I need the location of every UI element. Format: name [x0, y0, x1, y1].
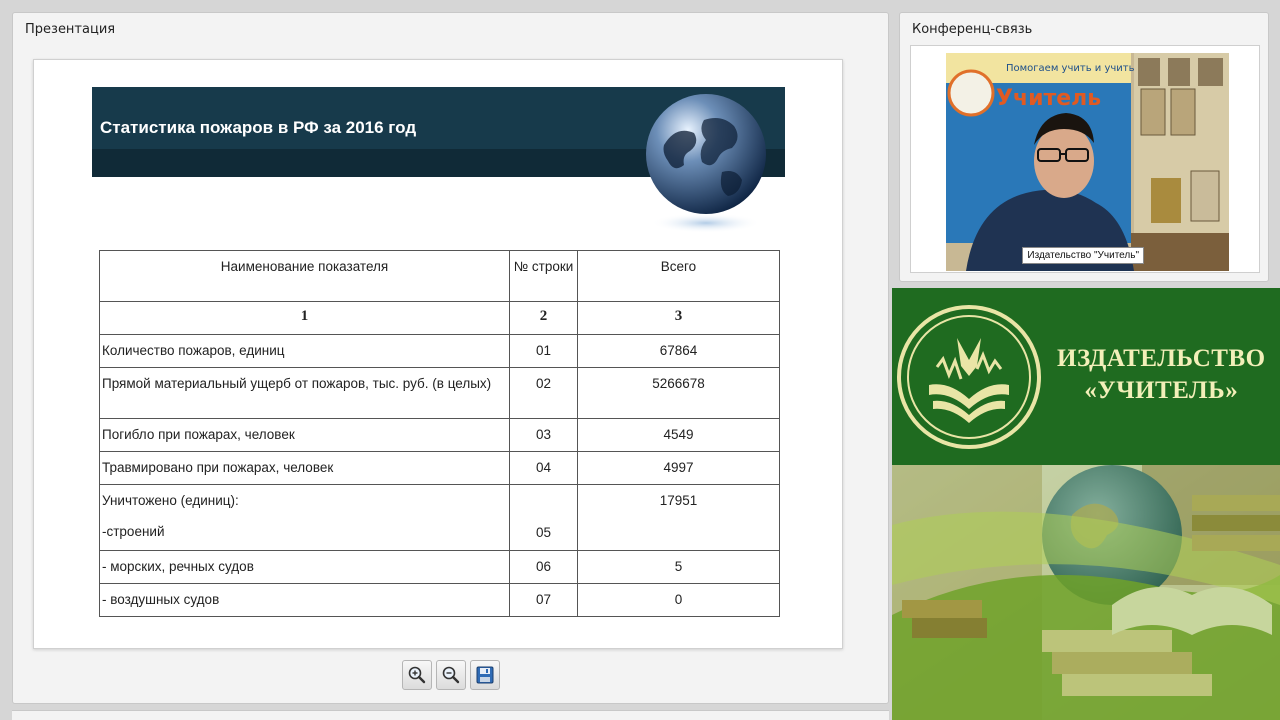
zoom-out-button[interactable] [436, 660, 466, 690]
publisher-name-line2: «УЧИТЕЛЬ» [1084, 377, 1239, 404]
table-header-row: Наименование показателя № строки Всего [99, 250, 780, 302]
total-value: 4549 [577, 418, 780, 452]
indicator-name: - морских, речных судов [99, 550, 510, 584]
conference-panel: Конференц-связь Помогаем учить и учиться… [899, 12, 1269, 282]
bottom-panel-edge [12, 710, 889, 720]
speaker-video[interactable]: Помогаем учить и учиться Учитель Издател… [946, 53, 1229, 271]
indicator-name: Уничтожено (единиц): -строений [99, 484, 510, 551]
line-number: 03 [509, 418, 578, 452]
total-value: 17951 [577, 484, 780, 551]
indicator-name: Количество пожаров, единиц [99, 334, 510, 368]
table-row: Травмировано при пожарах, человек 04 499… [99, 451, 780, 485]
line-number: 07 [509, 583, 578, 617]
presentation-panel-title: Презентация [25, 22, 116, 37]
slide-toolbar [402, 660, 500, 690]
publisher-name: ИЗДАТЕЛЬСТВО «УЧИТЕЛЬ» [1057, 343, 1266, 407]
indicator-name: - воздушных судов [99, 583, 510, 617]
total-value: 67864 [577, 334, 780, 368]
indicator-name: Травмировано при пожарах, человек [99, 451, 510, 485]
column-number: 1 [99, 301, 510, 335]
line-number: 05 [509, 484, 578, 551]
slide-title: Статистика пожаров в РФ за 2016 год [100, 118, 417, 137]
publisher-banner: ИЗДАТЕЛЬСТВО «УЧИТЕЛЬ» [892, 288, 1280, 465]
poster-slogan: Помогаем учить и учиться [1006, 63, 1146, 74]
total-value: 4997 [577, 451, 780, 485]
total-value: 0 [577, 583, 780, 617]
table-row: Количество пожаров, единиц 01 67864 [99, 334, 780, 368]
save-icon [476, 666, 494, 684]
column-header: Всего [577, 250, 780, 302]
total-value: 5266678 [577, 367, 780, 419]
column-number: 3 [577, 301, 780, 335]
table-row: Погибло при пожарах, человек 03 4549 [99, 418, 780, 452]
publisher-name-line1: ИЗДАТЕЛЬСТВО [1057, 345, 1266, 372]
line-number: 06 [509, 550, 578, 584]
column-header: № строки [509, 250, 578, 302]
column-header: Наименование показателя [99, 250, 510, 302]
line-number: 01 [509, 334, 578, 368]
column-number: 2 [509, 301, 578, 335]
publisher-logo-icon [897, 305, 1041, 449]
total-value: 5 [577, 550, 780, 584]
table-row: - морских, речных судов 06 5 [99, 550, 780, 584]
video-frame: Помогаем учить и учиться Учитель Издател… [910, 45, 1260, 273]
speaker-video-image: Помогаем учить и учиться Учитель [946, 53, 1229, 271]
line-number: 04 [509, 451, 578, 485]
books-globe-image [892, 465, 1280, 720]
zoom-in-button[interactable] [402, 660, 432, 690]
zoom-in-icon [408, 666, 426, 684]
globe-image [646, 94, 766, 233]
table-row: - воздушных судов 07 0 [99, 583, 780, 617]
indicator-name-sub: -строений [102, 524, 165, 539]
books-illustration [892, 465, 1280, 720]
zoom-out-icon [442, 666, 460, 684]
poster-brand: Учитель [996, 86, 1101, 111]
table-row: Уничтожено (единиц): -строений 05 17951 [99, 484, 780, 551]
line-number: 02 [509, 367, 578, 419]
video-participant-label: Издательство "Учитель" [1022, 247, 1144, 264]
table-row: Прямой материальный ущерб от пожаров, ты… [99, 367, 780, 419]
indicator-name: Погибло при пожарах, человек [99, 418, 510, 452]
presentation-slide: Статистика пожаров в РФ за 2016 год Наим… [33, 59, 843, 649]
indicator-name: Прямой материальный ущерб от пожаров, ты… [99, 367, 510, 419]
indicator-name-main: Уничтожено (единиц): [102, 493, 239, 508]
presentation-panel: Презентация Статистика пожаров в РФ за 2… [12, 12, 889, 704]
fire-statistics-table: Наименование показателя № строки Всего 1… [99, 250, 780, 617]
conference-panel-title: Конференц-связь [912, 22, 1033, 37]
save-button[interactable] [470, 660, 500, 690]
table-row: 1 2 3 [99, 301, 780, 335]
